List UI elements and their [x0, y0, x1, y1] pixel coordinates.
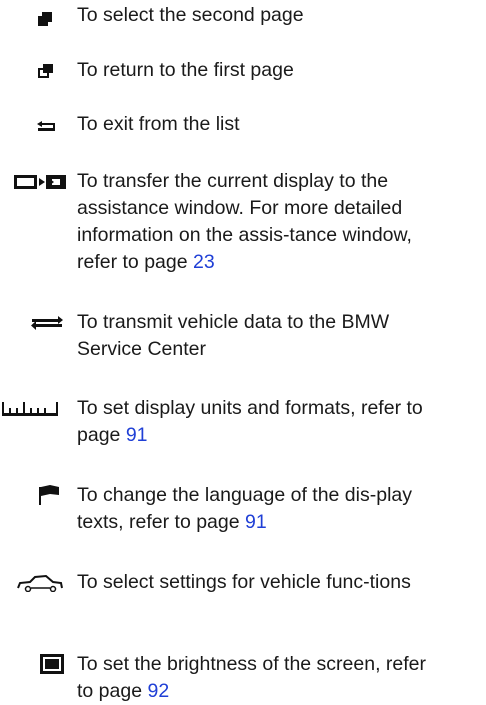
transfer-display-icon [14, 175, 66, 189]
item-label: To transfer the current display to the a… [77, 170, 412, 273]
page-reference-link[interactable]: 91 [126, 424, 148, 446]
car-icon [17, 574, 63, 592]
item-label: To set the brightness of the screen, ref… [77, 653, 427, 702]
item-text: To transmit vehicle data to the BMW Serv… [77, 309, 446, 363]
item-label: To exit from the list [77, 113, 240, 135]
item-text: To return to the first page [77, 57, 446, 84]
item-text: To transfer the current display to the a… [77, 168, 446, 276]
item-label: To select the second page [77, 4, 304, 26]
item-text: To set the brightness of the screen, ref… [77, 651, 446, 705]
item-text: To select settings for vehicle func-tion… [77, 569, 446, 596]
exit-arrow-icon [37, 121, 55, 131]
item-label: To return to the first page [77, 59, 294, 81]
screen-icon [40, 654, 64, 674]
page-reference-link[interactable]: 23 [193, 251, 215, 273]
item-text: To select the second page [77, 2, 446, 29]
item-text: To change the language of the dis-play t… [77, 482, 446, 536]
page-reference-link[interactable]: 91 [245, 511, 267, 533]
item-label: To select settings for vehicle func-tion… [77, 571, 411, 593]
item-text: To set display units and formats, refer … [77, 395, 446, 449]
first-page-icon [38, 64, 53, 78]
flag-icon [39, 485, 59, 505]
item-label: To transmit vehicle data to the BMW Serv… [77, 311, 390, 360]
ruler-icon [2, 402, 58, 416]
second-page-icon [38, 12, 52, 26]
transmit-data-icon [31, 316, 63, 330]
item-text: To exit from the list [77, 111, 446, 138]
page-reference-link[interactable]: 92 [147, 680, 169, 702]
